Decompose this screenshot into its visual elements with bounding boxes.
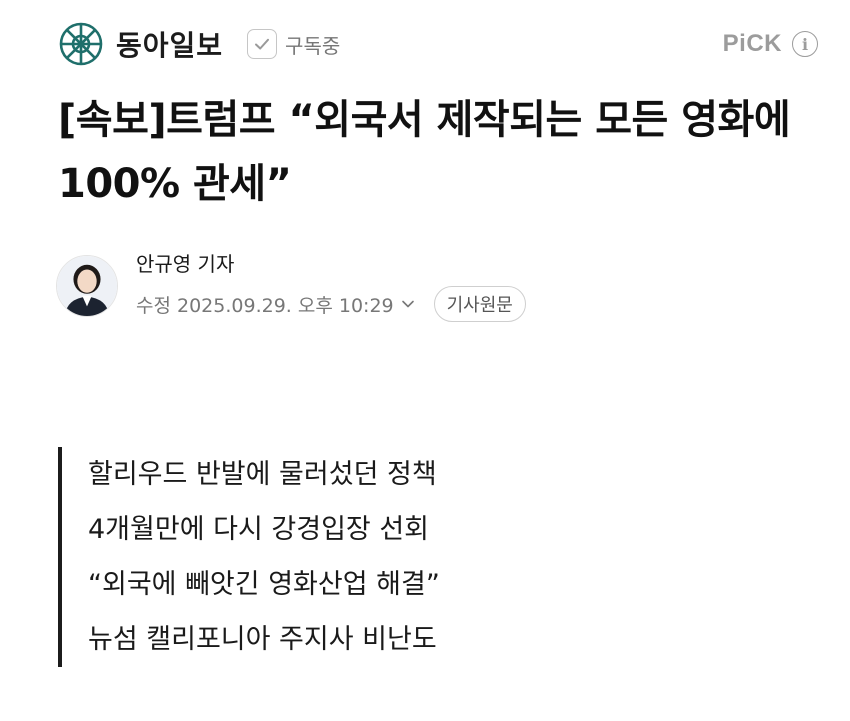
article-datetime: 수정 2025.09.29. 오후 10:29 (136, 294, 394, 317)
summary-line: 뉴섬 캘리포니아 주지사 비난도 (88, 624, 437, 655)
article-header: 동아일보 구독중 PiCK i (58, 18, 818, 70)
original-article-button[interactable]: 기사원문 (433, 286, 526, 322)
article-headline: [속보]트럼프 “외국서 제작되는 모든 영화에 100% 관세” (58, 97, 791, 207)
reporter-avatar[interactable] (56, 255, 118, 317)
summary-line: “외국에 빼앗긴 영화산업 해결” (88, 569, 440, 600)
summary-line: 할리우드 반발에 물러섰던 정책 (88, 459, 437, 490)
summary-line: 4개월만에 다시 강경입장 선회 (88, 514, 430, 545)
article-summary: 할리우드 반발에 물러섰던 정책 4개월만에 다시 강경입장 선회 “외국에 빼… (58, 447, 648, 667)
reporter-name[interactable]: 안규영 기자 (136, 250, 526, 278)
press-logo[interactable]: 동아일보 (58, 21, 223, 67)
chevron-down-icon[interactable] (400, 296, 416, 312)
info-icon[interactable]: i (792, 31, 818, 57)
press-name: 동아일보 (116, 29, 224, 62)
donga-emblem-icon (58, 21, 104, 67)
subscribe-button[interactable]: 구독중 (247, 29, 340, 59)
pick-badge[interactable]: PiCK i (723, 30, 818, 58)
check-icon (247, 29, 278, 59)
pick-label: PiCK (722, 30, 782, 57)
subscribe-label: 구독중 (285, 33, 341, 58)
byline: 안규영 기자 수정 2025.09.29. 오후 10:29 기사원문 (56, 250, 526, 322)
